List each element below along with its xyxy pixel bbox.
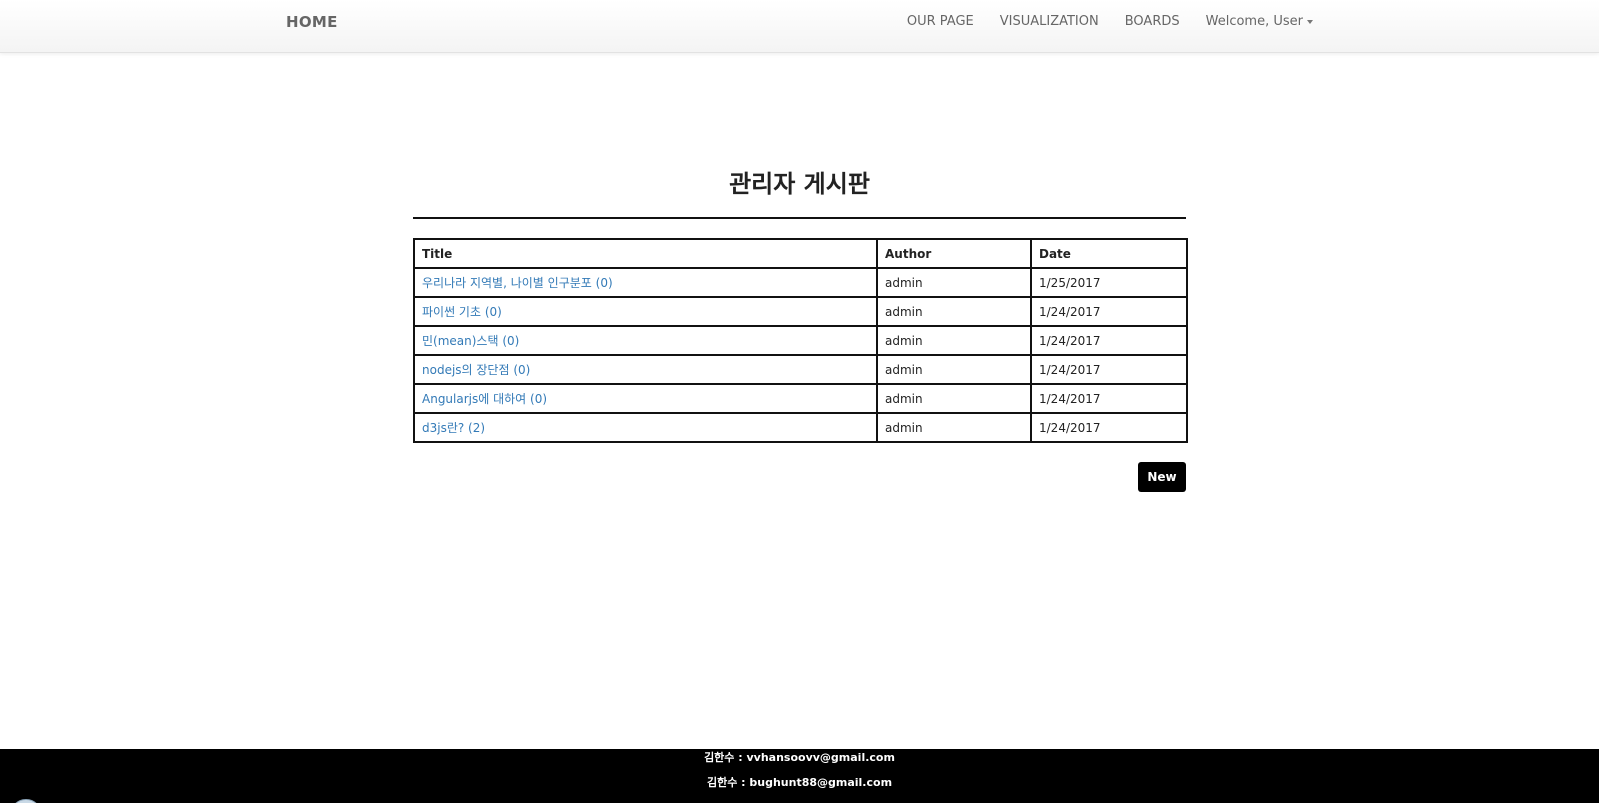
table-row: 민(mean)스택 (0) admin 1/24/2017 [413, 325, 1188, 356]
post-date: 1/25/2017 [1030, 267, 1188, 298]
column-header-author: Author [876, 238, 1032, 269]
post-date: 1/24/2017 [1030, 383, 1188, 414]
post-author: admin [876, 412, 1032, 443]
nav-boards[interactable]: BOARDS [1112, 14, 1193, 30]
table-row: 파이썬 기초 (0) admin 1/24/2017 [413, 296, 1188, 327]
post-title-link[interactable]: nodejs의 장단점 (0) [422, 363, 530, 377]
post-author: admin [876, 325, 1032, 356]
footer-contact-2: 김한수 : bughunt88@gmail.com [706, 776, 893, 789]
table-row: nodejs의 장단점 (0) admin 1/24/2017 [413, 354, 1188, 385]
board-actions: New [413, 462, 1186, 492]
home-link[interactable]: HOME [286, 13, 338, 31]
post-date: 1/24/2017 [1030, 296, 1188, 327]
post-title-link[interactable]: 파이썬 기초 (0) [422, 305, 502, 319]
user-menu-label: Welcome, User [1205, 14, 1303, 29]
table-row: Angularjs에 대하여 (0) admin 1/24/2017 [413, 383, 1188, 414]
post-author: admin [876, 383, 1032, 414]
post-author: admin [876, 296, 1032, 327]
board-main: 관리자 게시판 Title Author Date 우리나라 지역별, 나이별 … [413, 168, 1188, 492]
user-menu-dropdown[interactable]: Welcome, User [1193, 14, 1313, 30]
post-date: 1/24/2017 [1030, 412, 1188, 443]
post-title-link[interactable]: 민(mean)스택 (0) [422, 334, 519, 348]
posts-table: Title Author Date 우리나라 지역별, 나이별 인구분포 (0)… [413, 238, 1188, 443]
title-divider [413, 217, 1186, 219]
post-date: 1/24/2017 [1030, 354, 1188, 385]
new-post-button[interactable]: New [1138, 462, 1186, 492]
column-header-date: Date [1030, 238, 1188, 269]
post-author: admin [876, 354, 1032, 385]
nav-our-page[interactable]: OUR PAGE [894, 14, 987, 30]
table-row: 우리나라 지역별, 나이별 인구분포 (0) admin 1/25/2017 [413, 267, 1188, 298]
post-date: 1/24/2017 [1030, 325, 1188, 356]
top-navbar: HOME OUR PAGE VISUALIZATION BOARDS Welco… [0, 0, 1599, 53]
post-author: admin [876, 267, 1032, 298]
corner-widget-icon[interactable] [10, 799, 42, 803]
nav-visualization[interactable]: VISUALIZATION [987, 14, 1112, 30]
table-header-row: Title Author Date [413, 238, 1188, 269]
footer: 김한수 : vvhansoovv@gmail.com 김한수 : bughunt… [0, 749, 1599, 803]
post-title-link[interactable]: d3js란? (2) [422, 421, 485, 435]
nav-links: OUR PAGE VISUALIZATION BOARDS Welcome, U… [894, 14, 1313, 30]
column-header-title: Title [413, 238, 878, 269]
post-title-link[interactable]: 우리나라 지역별, 나이별 인구분포 (0) [422, 276, 613, 290]
table-row: d3js란? (2) admin 1/24/2017 [413, 412, 1188, 443]
page: HOME OUR PAGE VISUALIZATION BOARDS Welco… [0, 0, 1599, 803]
post-title-link[interactable]: Angularjs에 대하여 (0) [422, 392, 547, 406]
footer-contact-1: 김한수 : vvhansoovv@gmail.com [704, 751, 895, 764]
caret-down-icon [1307, 19, 1313, 24]
page-title: 관리자 게시판 [729, 170, 870, 198]
